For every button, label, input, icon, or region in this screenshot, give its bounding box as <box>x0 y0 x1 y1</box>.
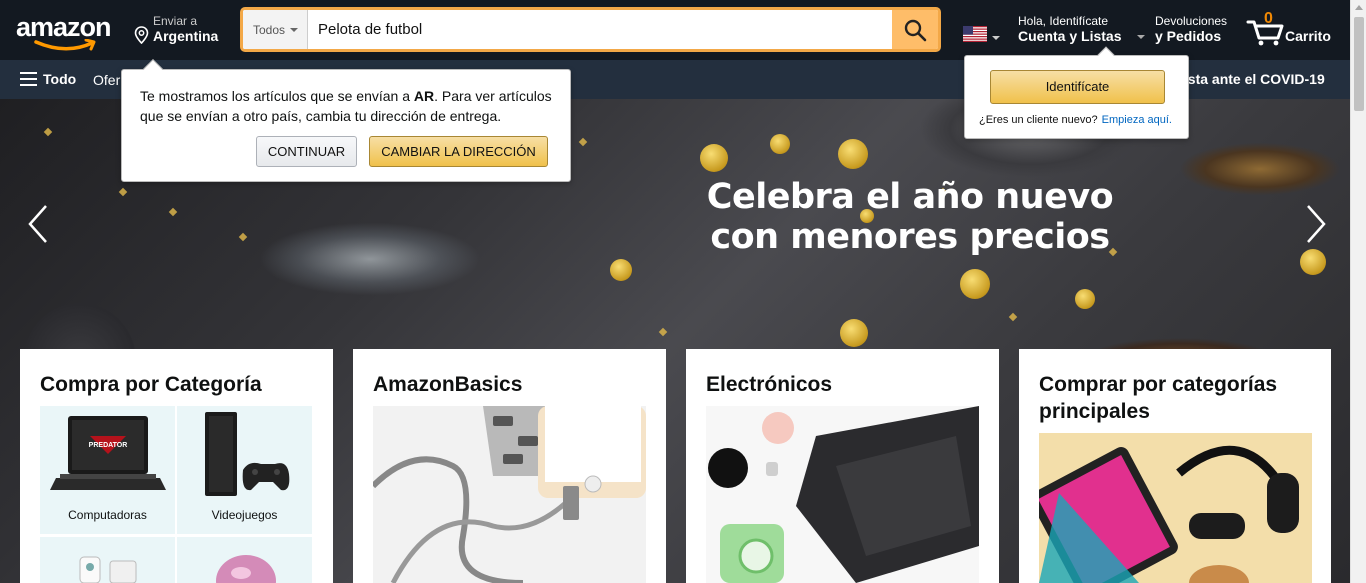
chevron-left-icon[interactable] <box>24 202 54 246</box>
cart-label: Carrito <box>1285 28 1331 44</box>
decor-sparkle <box>43 127 53 137</box>
decor-coin <box>840 319 868 347</box>
tile-caption: Computadoras <box>68 508 147 522</box>
returns-orders[interactable]: Devoluciones y Pedidos <box>1155 14 1235 46</box>
continue-button[interactable]: CONTINUAR <box>256 136 357 167</box>
card-title[interactable]: Comprar por categorías principales <box>1039 371 1319 425</box>
hero-line-2: con menores precios <box>710 217 1110 257</box>
category-tile[interactable] <box>40 537 175 583</box>
language-selector[interactable] <box>963 26 1003 44</box>
card-top-categories: Comprar por categorías principales <box>1019 349 1331 583</box>
category-tile-computers[interactable]: PREDATOR Computadoras <box>40 406 175 534</box>
search-input[interactable] <box>309 10 895 49</box>
svg-text:PREDATOR: PREDATOR <box>89 442 128 449</box>
decor-sparkle <box>238 232 248 242</box>
top-categories-photo[interactable] <box>1039 433 1312 583</box>
decor-sparkle <box>578 137 588 147</box>
decor-sparkle <box>118 187 128 197</box>
deliver-country: Argentina <box>153 28 219 44</box>
location-popover: Te mostramos los artículos que se envían… <box>121 59 571 182</box>
logo-smile-icon <box>34 39 96 51</box>
nav-link-covid[interactable]: esta ante el COVID-19 <box>1180 71 1325 87</box>
laptop-camera-image <box>706 406 979 583</box>
card-title[interactable]: Compra por Categoría <box>40 371 262 398</box>
decor-sparkle <box>1008 312 1018 322</box>
decor-coin <box>960 269 990 299</box>
card-amazonbasics: AmazonBasics <box>353 349 666 583</box>
us-flag-icon <box>963 26 987 42</box>
signin-button[interactable]: Identifícate <box>990 70 1165 104</box>
chevron-down-icon <box>1137 35 1145 39</box>
card-title[interactable]: Electrónicos <box>706 371 832 398</box>
cart-button[interactable]: 0 Carrito <box>1246 10 1336 50</box>
cart-icon <box>1246 20 1284 46</box>
new-customer-note: ¿Eres un cliente nuevo? Empieza aquí. <box>979 114 1172 126</box>
amazon-logo[interactable]: amazon <box>16 10 118 51</box>
laptop-image: PREDATOR <box>50 416 166 490</box>
search-button[interactable] <box>892 10 938 49</box>
console-image <box>205 412 290 496</box>
location-pin-icon <box>134 26 149 44</box>
new-customer-text: ¿Eres un cliente nuevo? <box>979 114 1098 126</box>
account-lists[interactable]: Hola, Identifícate Cuenta y Listas <box>1018 14 1145 46</box>
account-greeting: Hola, Identifícate <box>1018 14 1109 28</box>
decor-sparkle <box>168 207 178 217</box>
decor-coin <box>1300 249 1326 275</box>
change-address-button[interactable]: CAMBIAR LA DIRECCIÓN <box>369 136 548 167</box>
all-menu-label: Todo <box>43 71 77 87</box>
decor-coin <box>1075 289 1095 309</box>
hero-line-1: Celebra el año nuevo <box>706 177 1114 217</box>
department-label: Todos <box>253 23 286 37</box>
hero-headline: Celebra el año nuevo con menores precios <box>700 177 1120 257</box>
decor-coin <box>610 259 632 281</box>
tile-caption: Videojuegos <box>211 508 278 522</box>
card-shop-by-category: Compra por Categoría PREDATOR Computador… <box>20 349 333 583</box>
scrollbar-thumb[interactable] <box>1354 17 1364 111</box>
nav-link-ofertas[interactable]: Ofer <box>93 72 120 88</box>
category-tile-videogames[interactable]: Videojuegos <box>177 406 312 534</box>
category-tile[interactable] <box>177 537 312 583</box>
chevron-down-icon <box>290 28 298 32</box>
tablet-headphones-image <box>1039 433 1312 583</box>
decor-sparkle <box>658 327 668 337</box>
deliver-to[interactable]: Enviar a Argentina <box>134 14 234 48</box>
search-icon <box>904 19 927 42</box>
cables-image <box>373 406 646 583</box>
top-nav: amazon Enviar a Argentina Todos Pelota d… <box>0 0 1350 60</box>
card-electronics: Electrónicos <box>686 349 999 583</box>
amazonbasics-photo[interactable] <box>373 406 646 583</box>
search-department-select[interactable]: Todos <box>243 10 308 49</box>
orders-label: y Pedidos <box>1155 28 1222 44</box>
chevron-down-icon <box>992 36 1000 40</box>
signin-flyout: Identifícate ¿Eres un cliente nuevo? Empi… <box>964 46 1189 139</box>
electronics-photo[interactable] <box>706 406 979 583</box>
decor-coin <box>838 139 868 169</box>
returns-label: Devoluciones <box>1155 14 1228 28</box>
location-message: Te mostramos los artículos que se envían… <box>140 86 560 126</box>
search-bar: Todos <box>240 7 941 52</box>
account-label: Cuenta y Listas <box>1018 28 1122 44</box>
chevron-right-icon[interactable] <box>1300 202 1330 246</box>
deliver-label: Enviar a <box>153 14 198 28</box>
toy-ball-image <box>216 555 276 583</box>
decor-coin <box>770 134 790 154</box>
message-start: Te mostramos los artículos que se envían… <box>140 88 414 104</box>
scroll-up-arrow-icon[interactable] <box>1355 5 1363 10</box>
page-scrollbar[interactable] <box>1350 0 1366 583</box>
hamburger-icon <box>20 72 37 86</box>
start-here-link[interactable]: Empieza aquí. <box>1102 114 1172 126</box>
baby-monitor-image <box>79 556 137 583</box>
decor-coin <box>700 144 728 172</box>
country-code: AR <box>413 88 435 104</box>
card-title[interactable]: AmazonBasics <box>373 371 522 398</box>
